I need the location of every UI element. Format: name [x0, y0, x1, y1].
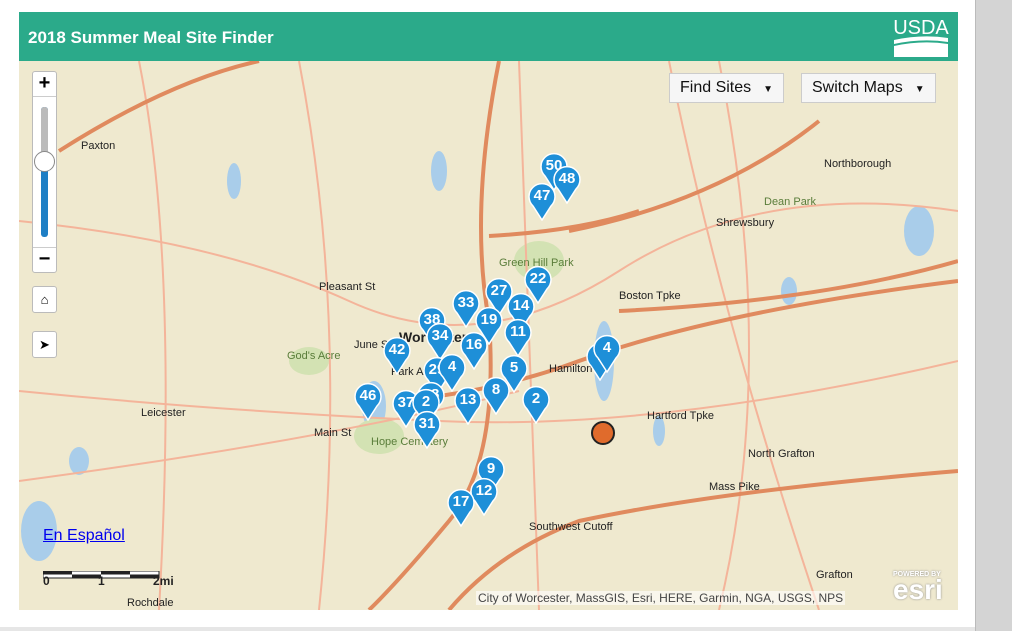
road-label: Southwest Cutoff	[529, 521, 613, 533]
find-sites-label: Find Sites	[680, 79, 752, 96]
home-button[interactable]: ⌂	[32, 286, 57, 313]
browser-scrollbar[interactable]	[975, 0, 1012, 631]
map-attribution: City of Worcester, MassGIS, Esri, HERE, …	[476, 591, 846, 605]
road-label: Main St	[314, 427, 352, 439]
road-label: Boston Tpke	[619, 290, 681, 302]
caret-down-icon: ▼	[763, 84, 774, 95]
home-icon: ⌂	[40, 292, 49, 307]
zoom-slider[interactable]	[33, 96, 56, 248]
site-marker[interactable]: 13	[453, 385, 483, 426]
site-number: 4	[447, 358, 457, 375]
scale-label: 0	[43, 574, 50, 588]
site-number: 31	[418, 415, 436, 432]
place-label: Rochdale	[127, 597, 174, 609]
site-number: 2	[531, 390, 541, 407]
site-number: 11	[510, 323, 526, 340]
place-label: Shrewsbury	[716, 217, 775, 229]
place-label: Grafton	[816, 569, 853, 581]
zoom-out-button[interactable]: −	[33, 248, 56, 272]
find-sites-dropdown[interactable]: Find Sites ▼	[669, 73, 785, 103]
site-number: 13	[459, 391, 477, 408]
scale-label: 1	[98, 574, 105, 588]
switch-maps-dropdown[interactable]: Switch Maps ▼	[801, 73, 936, 103]
usda-logo: USDA	[893, 17, 949, 57]
place-label: God's Acre	[287, 350, 341, 362]
locate-arrow-icon: ➤	[39, 337, 50, 352]
road-label: Mass Pike	[709, 481, 760, 493]
place-label: Northborough	[824, 158, 892, 170]
scale-bar: 0 1 2mi	[42, 566, 174, 588]
esri-logo: POWERED BY esri	[893, 571, 943, 605]
caret-down-icon: ▼	[914, 84, 925, 95]
switch-maps-label: Switch Maps	[812, 79, 903, 96]
svg-text:USDA: USDA	[893, 17, 949, 39]
scale-label: 2mi	[153, 574, 174, 588]
site-marker[interactable]: 47	[527, 181, 557, 222]
site-marker[interactable]: 8	[481, 375, 511, 416]
map[interactable]: Paxton Northborough Shrewsbury Leicester…	[19, 61, 958, 610]
site-number: 8	[491, 381, 501, 398]
site-marker[interactable]: 11	[503, 317, 533, 358]
place-label: Leicester	[141, 407, 186, 419]
app-header: 2018 Summer Meal Site Finder USDA	[19, 12, 958, 61]
site-number: 17	[452, 493, 470, 510]
divider	[0, 627, 975, 631]
site-marker[interactable]: 46	[353, 381, 383, 422]
spanish-language-link[interactable]: En Español	[43, 527, 125, 545]
site-number: 34	[431, 327, 449, 344]
road-label: Pleasant St	[319, 281, 376, 293]
site-marker[interactable]: 31	[412, 409, 442, 450]
zoom-in-button[interactable]: +	[33, 72, 56, 96]
site-number: 22	[529, 270, 547, 287]
place-label: Paxton	[81, 140, 116, 152]
selected-location-marker[interactable]	[591, 421, 615, 445]
page-title: 2018 Summer Meal Site Finder	[28, 28, 274, 47]
site-marker[interactable]: 2	[521, 384, 551, 425]
road-label: Hartford Tpke	[647, 410, 715, 422]
locate-button[interactable]: ➤	[32, 331, 57, 358]
place-label: North Grafton	[748, 448, 815, 460]
site-number: 47	[533, 187, 551, 204]
zoom-slider-thumb[interactable]	[34, 151, 55, 172]
site-number: 42	[388, 341, 406, 358]
site-marker[interactable]: 4	[592, 333, 622, 374]
site-marker[interactable]: 42	[382, 335, 412, 376]
site-number: 4	[602, 339, 612, 356]
place-label: Dean Park	[764, 196, 816, 208]
site-marker[interactable]: 17	[446, 487, 476, 528]
zoom-control: + −	[32, 71, 57, 273]
site-number: 46	[359, 387, 377, 404]
